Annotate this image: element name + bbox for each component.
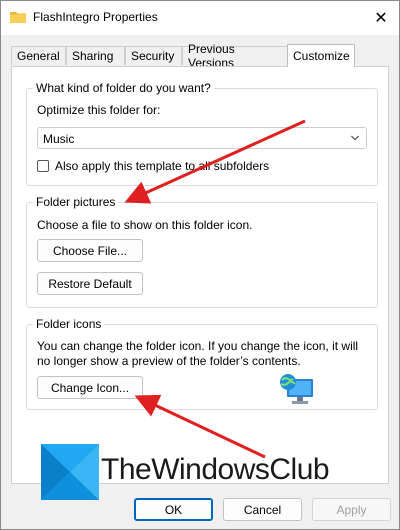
folder-icon [10,12,26,23]
change-icon-button[interactable]: Change Icon... [37,376,143,399]
folder-icons-description-line1: You can change the folder icon. If you c… [37,339,359,353]
optimize-label: Optimize this folder for: [37,103,161,117]
thewindowsclub-logo-icon [41,444,99,500]
apply-button[interactable]: Apply [312,498,391,521]
optimize-select-value: Music [43,132,75,146]
properties-window: FlashIntegro Properties ✕ General Sharin… [0,0,400,530]
folder-pictures-description: Choose a file to show on this folder ico… [37,218,253,232]
watermark-text: TheWindowsClub [101,453,330,486]
folder-type-legend: What kind of folder do you want? [33,81,214,95]
title-bar: FlashIntegro Properties ✕ [1,1,399,35]
tab-general[interactable]: General [11,46,66,65]
restore-default-button[interactable]: Restore Default [37,272,143,295]
tab-security[interactable]: Security [125,46,182,65]
folder-icons-group: Folder icons You can change the folder i… [26,317,378,410]
tab-previous-versions[interactable]: Previous Versions [182,42,288,70]
chevron-down-icon [351,135,359,141]
cancel-button[interactable]: Cancel [223,498,302,521]
folder-pictures-group: Folder pictures Choose a file to show on… [26,195,378,308]
optimize-select[interactable]: Music [37,127,367,149]
choose-file-button[interactable]: Choose File... [37,239,143,262]
apply-subfolders-label: Also apply this template to all subfolde… [55,159,270,173]
close-button[interactable]: ✕ [367,5,395,31]
apply-subfolders-checkbox[interactable] [37,160,49,172]
folder-icons-legend: Folder icons [33,317,105,331]
ok-button[interactable]: OK [134,498,213,521]
folder-type-group: What kind of folder do you want? Optimiz… [26,81,378,186]
network-computer-icon [280,374,313,404]
window-title: FlashIntegro Properties [33,10,158,24]
folder-pictures-legend: Folder pictures [33,195,119,209]
customize-panel: What kind of folder do you want? Optimiz… [11,66,389,484]
tab-sharing[interactable]: Sharing [66,46,125,65]
folder-icons-description-line2: no longer show a preview of the folder’s… [37,354,301,368]
tab-customize[interactable]: Customize [287,44,355,67]
